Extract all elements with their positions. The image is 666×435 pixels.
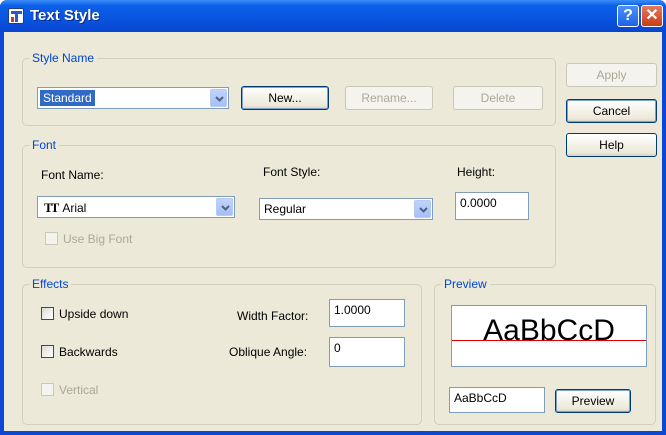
close-button[interactable]: ✕: [641, 5, 663, 27]
backwards-label: Backwards: [59, 345, 118, 359]
new-style-button[interactable]: New...: [241, 86, 329, 110]
vertical-label: Vertical: [59, 383, 99, 397]
effects-group: Effects Upside down Backwards Vertical W…: [22, 277, 422, 425]
cancel-button[interactable]: Cancel: [566, 99, 657, 123]
preview-baseline: [452, 340, 646, 341]
chevron-down-icon[interactable]: [414, 200, 431, 218]
oblique-angle-label: Oblique Angle:: [229, 345, 308, 359]
dialog-body: Style Name Standard New... Rename... Del…: [4, 32, 662, 431]
help-button[interactable]: Help: [566, 133, 657, 157]
style-name-value: Standard: [40, 90, 95, 106]
preview-text-input[interactable]: AaBbCcD: [449, 387, 545, 413]
height-input[interactable]: 0.0000: [455, 192, 529, 220]
preview-canvas: AaBbCcD: [451, 305, 647, 367]
font-group: Font Font Name: TT Arial Font Style: Regu…: [22, 138, 556, 268]
preview-group-label: Preview: [441, 277, 490, 291]
width-factor-label: Width Factor:: [237, 309, 309, 323]
effects-group-label: Effects: [29, 277, 72, 291]
delete-style-button[interactable]: Delete: [453, 86, 543, 110]
width-factor-input[interactable]: 1.0000: [329, 299, 405, 327]
upside-down-label: Upside down: [59, 307, 129, 321]
font-style-label: Font Style:: [263, 165, 321, 179]
height-label: Height:: [457, 165, 496, 179]
oblique-angle-input[interactable]: 0: [329, 337, 405, 367]
font-group-label: Font: [29, 138, 60, 152]
preview-group: Preview AaBbCcD AaBbCcD Preview: [434, 277, 656, 425]
rename-style-button[interactable]: Rename...: [345, 86, 433, 110]
text-style-icon: [8, 8, 24, 24]
style-name-select[interactable]: Standard: [37, 87, 229, 109]
preview-button[interactable]: Preview: [555, 389, 631, 413]
window-title: Text Style: [30, 7, 100, 24]
upside-down-checkbox[interactable]: [41, 307, 54, 320]
font-style-value: Regular: [264, 202, 307, 216]
apply-button[interactable]: Apply: [566, 63, 657, 87]
font-style-select[interactable]: Regular: [259, 198, 433, 220]
use-big-font-checkbox[interactable]: [45, 232, 58, 245]
vertical-checkbox[interactable]: [41, 383, 54, 396]
font-name-value: Arial: [62, 201, 87, 215]
help-title-button[interactable]: ?: [617, 5, 639, 27]
style-name-group: Style Name Standard New... Rename... Del…: [22, 51, 556, 126]
chevron-down-icon[interactable]: [210, 89, 227, 107]
text-style-dialog: Text Style ? ✕ Style Name Standard New..…: [0, 0, 666, 435]
title-bar[interactable]: Text Style ? ✕: [0, 0, 666, 32]
use-big-font-label: Use Big Font: [63, 232, 133, 246]
chevron-down-icon[interactable]: [216, 198, 233, 216]
preview-sample-text: AaBbCcD: [483, 314, 615, 347]
font-name-select[interactable]: TT Arial: [37, 196, 235, 218]
backwards-checkbox[interactable]: [41, 345, 54, 358]
style-name-group-label: Style Name: [29, 51, 98, 65]
font-name-label: Font Name:: [41, 168, 104, 182]
truetype-font-icon: TT: [44, 200, 59, 215]
